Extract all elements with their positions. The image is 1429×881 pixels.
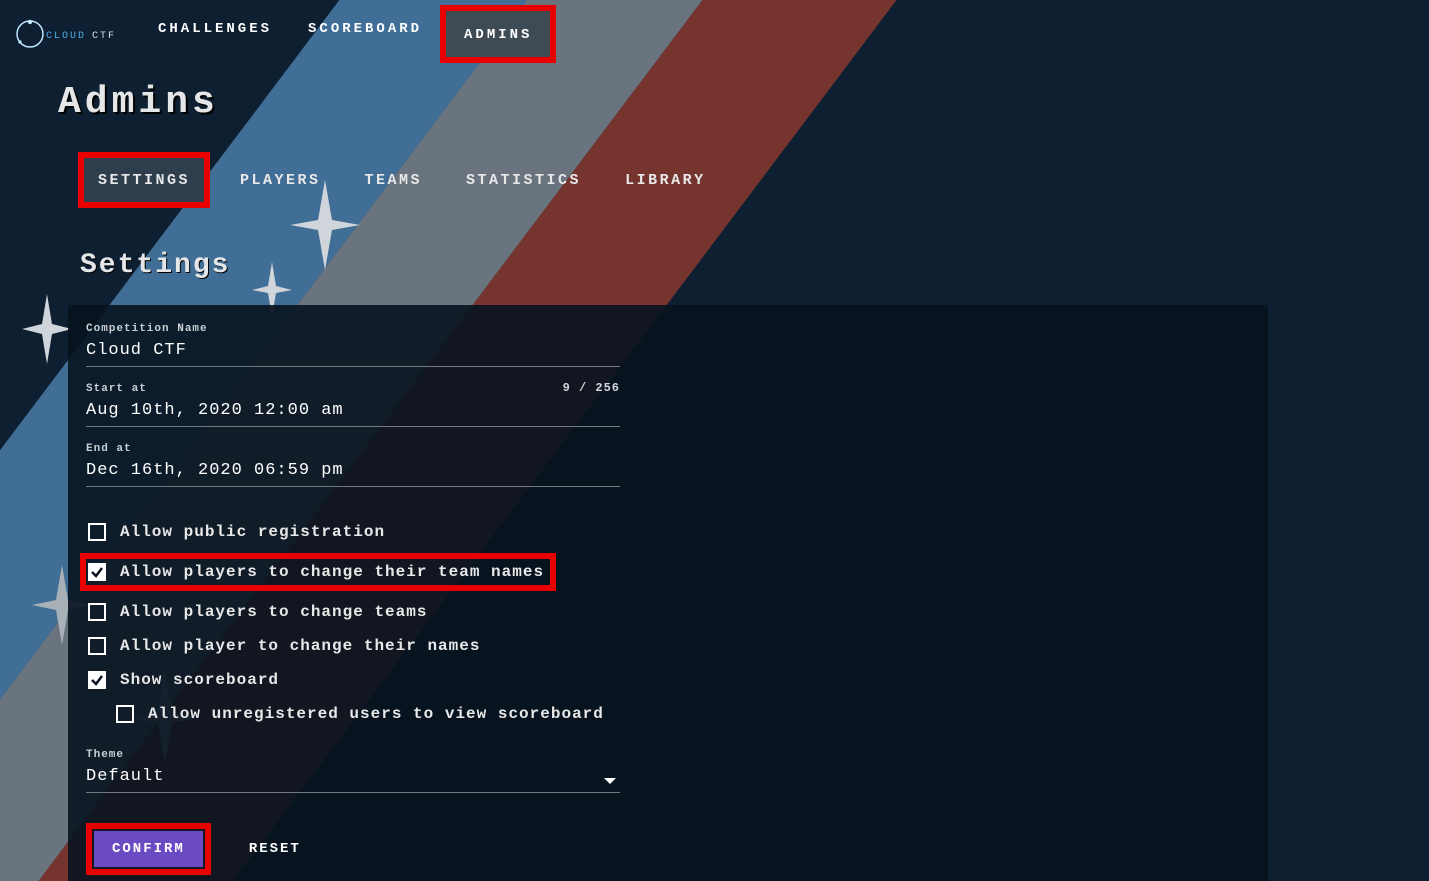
chevron-down-icon — [604, 778, 616, 784]
checkbox-label: Allow unregistered users to view scorebo… — [148, 705, 604, 723]
start-at-field[interactable]: 9 / 256 Start at Aug 10th, 2020 12:00 am — [86, 383, 620, 427]
theme-value: Default — [86, 767, 164, 786]
start-at-label: Start at — [86, 383, 620, 395]
checkbox-icon[interactable] — [88, 603, 106, 621]
checkbox-icon[interactable] — [88, 637, 106, 655]
nav-scoreboard[interactable]: SCOREBOARD — [290, 5, 440, 63]
confirm-button[interactable]: CONFIRM — [94, 831, 203, 867]
confirm-highlight: CONFIRM — [86, 823, 211, 875]
top-nav: CLOUD CTF CHALLENGES SCOREBOARD ADMINS — [0, 0, 1429, 55]
checkbox-icon[interactable] — [88, 563, 106, 581]
checkbox-label: Allow public registration — [120, 523, 385, 541]
checkbox-icon[interactable] — [88, 671, 106, 689]
cloud-ctf-logo-icon: CLOUD CTF — [14, 16, 124, 52]
end-at-label: End at — [86, 443, 620, 455]
tab-statistics[interactable]: STATISTICS — [452, 158, 595, 202]
competition-name-field[interactable]: Competition Name Cloud CTF — [86, 323, 620, 367]
start-at-value[interactable]: Aug 10th, 2020 12:00 am — [86, 401, 344, 420]
checkbox-icon[interactable] — [88, 523, 106, 541]
admin-subtabs: SETTINGS PLAYERS TEAMS STATISTICS LIBRAR… — [78, 152, 1429, 208]
competition-name-value[interactable]: Cloud CTF — [86, 341, 187, 360]
page-title: Admins — [0, 55, 1429, 124]
checkbox-label: Allow player to change their names — [120, 637, 480, 655]
competition-name-label: Competition Name — [86, 323, 620, 335]
nav-challenges[interactable]: CHALLENGES — [140, 5, 290, 63]
reset-button[interactable]: RESET — [231, 831, 319, 867]
checkbox-unreg-view-scoreboard[interactable]: Allow unregistered users to view scorebo… — [86, 697, 1250, 731]
highlight-box: Allow players to change their team names — [80, 553, 556, 591]
tab-players[interactable]: PLAYERS — [226, 158, 335, 202]
tab-settings[interactable]: SETTINGS — [78, 152, 210, 208]
checkbox-change-teams[interactable]: Allow players to change teams — [86, 595, 1250, 629]
competition-name-counter: 9 / 256 — [563, 381, 620, 395]
checkbox-show-scoreboard[interactable]: Show scoreboard — [86, 663, 1250, 697]
svg-text:CTF: CTF — [92, 31, 116, 42]
settings-panel: Competition Name Cloud CTF 9 / 256 Start… — [68, 305, 1268, 881]
checkbox-public-registration[interactable]: Allow public registration — [86, 515, 1250, 549]
section-title: Settings — [80, 250, 1429, 281]
checkbox-icon[interactable] — [116, 705, 134, 723]
theme-select[interactable]: Theme Default — [86, 749, 620, 793]
sparkle-icon — [22, 294, 72, 364]
form-actions: CONFIRM RESET — [86, 823, 1250, 875]
brand-logo[interactable]: CLOUD CTF — [14, 16, 124, 52]
theme-label: Theme — [86, 749, 620, 761]
svg-text:CLOUD: CLOUD — [46, 31, 86, 42]
tab-library[interactable]: LIBRARY — [611, 158, 720, 202]
checkbox-change-names[interactable]: Allow player to change their names — [86, 629, 1250, 663]
tab-teams[interactable]: TEAMS — [351, 158, 437, 202]
end-at-value[interactable]: Dec 16th, 2020 06:59 pm — [86, 461, 344, 480]
checkbox-change-team-names-row: Allow players to change their team names — [86, 549, 1250, 595]
end-at-field[interactable]: End at Dec 16th, 2020 06:59 pm — [86, 443, 620, 487]
checkbox-label: Allow players to change their team names — [120, 563, 544, 581]
nav-items: CHALLENGES SCOREBOARD ADMINS — [140, 5, 556, 63]
checkbox-label: Show scoreboard — [120, 671, 279, 689]
checkbox-label: Allow players to change teams — [120, 603, 427, 621]
nav-admins[interactable]: ADMINS — [440, 5, 556, 63]
checkbox-group: Allow public registration Allow players … — [86, 515, 1250, 731]
